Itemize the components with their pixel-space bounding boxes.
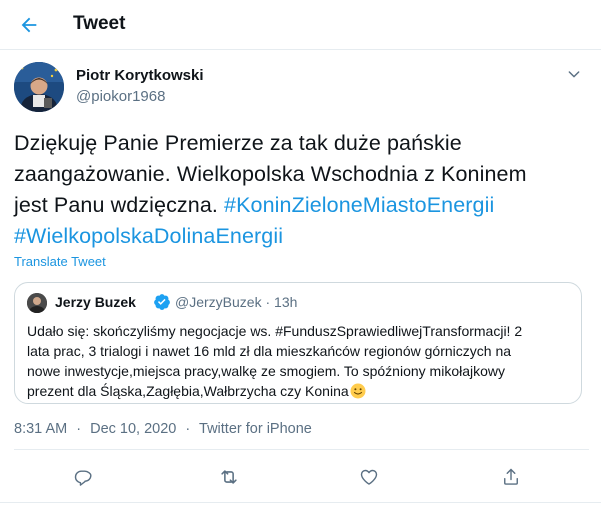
reply-icon — [74, 470, 92, 486]
quoted-author-avatar — [27, 293, 47, 313]
tweet-text: Dziękuję Panie Premierze za tak duże pań… — [14, 128, 589, 252]
tweet-source[interactable]: Twitter for iPhone — [199, 421, 312, 437]
tweet-time[interactable]: 8:31 AM — [14, 421, 67, 437]
separator-dot: · — [76, 421, 82, 437]
share-button[interactable] — [498, 464, 524, 490]
tweet-date[interactable]: Dec 10, 2020 — [90, 421, 176, 437]
quoted-tweet-text: Udało się: skończyliśmy negocjacje ws. #… — [27, 321, 572, 401]
author-name[interactable]: Piotr Korytkowski — [76, 67, 204, 84]
top-bar: Tweet — [0, 0, 601, 50]
quoted-author-name: Jerzy Buzek — [55, 294, 136, 310]
quoted-text-line: prezent dla Śląska,Zagłębia,Wałbrzycha c… — [27, 381, 572, 401]
author-avatar[interactable] — [14, 62, 64, 112]
arrow-left-icon — [21, 17, 37, 33]
quoted-author-meta: @JerzyBuzek · 13h — [175, 294, 297, 310]
tweet-text-fragment: jest Panu wdzięczna. — [14, 193, 225, 217]
tweet-actions-bar — [0, 462, 601, 492]
quoted-text-fragment: prezent dla Śląska,Zagłębia,Wałbrzycha c… — [27, 383, 349, 399]
back-button[interactable] — [12, 8, 46, 42]
quoted-text-line: Udało się: skończyliśmy negocjacje ws. #… — [27, 323, 523, 339]
hashtag-link[interactable]: #KoninZieloneMiastoEnergii — [224, 193, 494, 217]
retweet-icon — [221, 470, 237, 484]
tweet-text-line: zaangażowanie. Wielkopolska Wschodnia z … — [14, 162, 527, 186]
quoted-text-line: lata prac, 3 trialogi i nawet 16 mld zł … — [27, 343, 512, 359]
like-button[interactable] — [356, 464, 382, 490]
quoted-text-line: nowe inwestycje,miejsca pracy,walkę ze s… — [27, 363, 506, 379]
separator-dot: · — [185, 421, 191, 437]
tweet-text-line: #WielkopolskaDolinaEnergii — [14, 221, 589, 252]
retweet-button[interactable] — [216, 464, 242, 490]
quoted-tweet-card[interactable]: Jerzy Buzek @JerzyBuzek · 13h Udało się:… — [14, 282, 582, 404]
tweet-text-line: Dziękuję Panie Premierze za tak duże pań… — [14, 131, 462, 155]
chevron-down-icon — [568, 71, 580, 78]
page-title: Tweet — [73, 13, 126, 34]
quoted-author-handle: @JerzyBuzek — [175, 294, 262, 310]
divider — [14, 449, 589, 450]
verified-badge-icon — [154, 294, 170, 310]
reply-button[interactable] — [70, 464, 96, 490]
quoted-tweet-age: 13h — [274, 294, 298, 310]
avatar-image — [14, 62, 64, 112]
hashtag-link[interactable]: #WielkopolskaDolinaEnergii — [14, 224, 283, 248]
share-icon — [504, 468, 518, 485]
tweet-text-line: jest Panu wdzięczna. #KoninZieloneMiasto… — [14, 190, 589, 221]
more-options-button[interactable] — [562, 62, 586, 86]
divider — [0, 502, 601, 503]
slightly-smiling-face-emoji — [350, 383, 366, 399]
separator-dot: · — [265, 294, 271, 310]
translate-tweet-link[interactable]: Translate Tweet — [14, 254, 106, 269]
tweet-metadata: 8:31 AM · Dec 10, 2020 · Twitter for iPh… — [14, 421, 312, 437]
heart-icon — [360, 469, 378, 485]
author-handle[interactable]: @piokor1968 — [76, 88, 165, 105]
avatar-image — [27, 293, 47, 313]
